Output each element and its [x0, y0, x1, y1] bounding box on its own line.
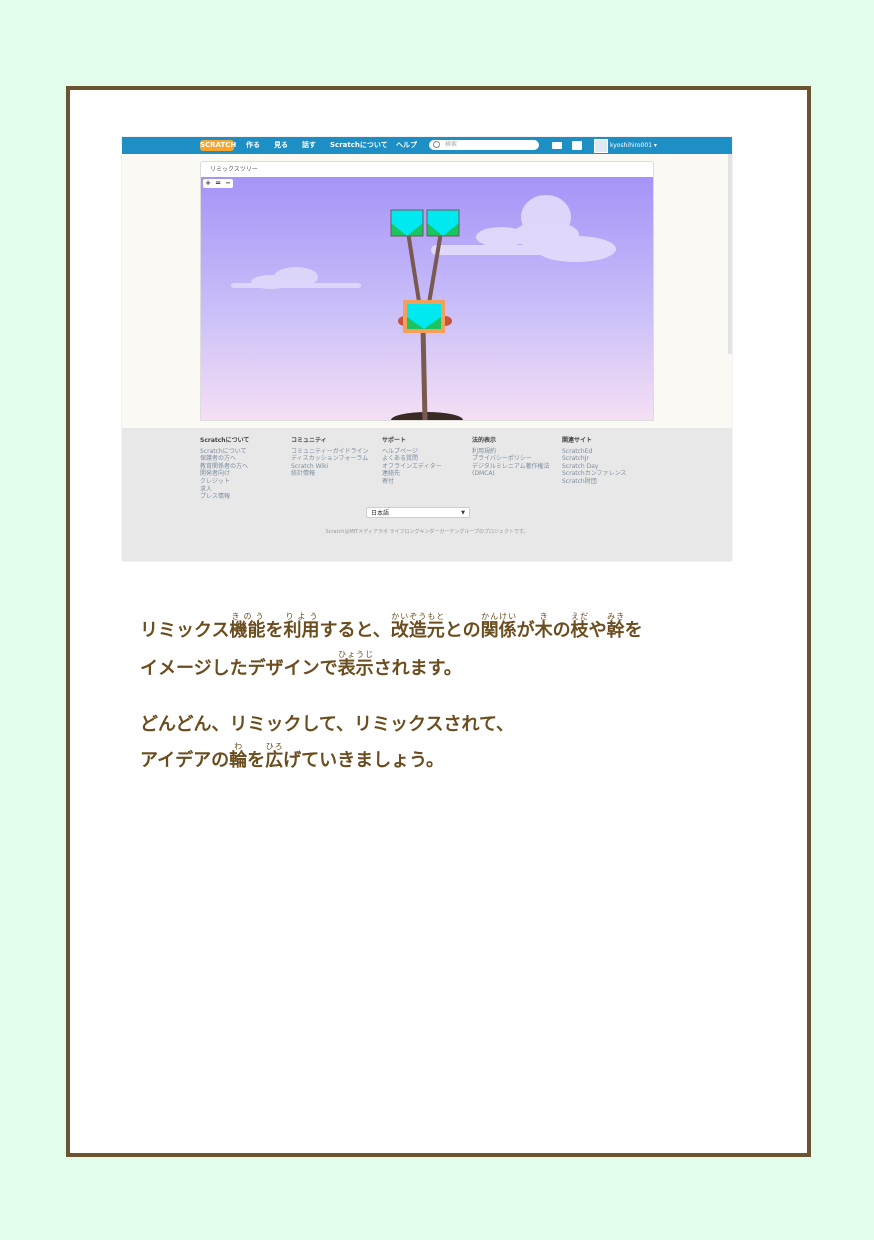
furigana: かんけい [480, 612, 517, 621]
furigana: かいぞうもと [390, 612, 445, 621]
site-footer: Scratchについて Scratchについて 保護者の方へ 教育関係者の方へ … [122, 428, 732, 561]
nav-about[interactable]: Scratchについて [330, 140, 388, 151]
footer-link[interactable]: よくある質問 [382, 455, 442, 463]
remix-thumbnail-right [426, 209, 460, 237]
scrollbar[interactable] [728, 154, 732, 354]
footer-col-about: Scratchについて Scratchについて 保護者の方へ 教育関係者の方へ … [200, 437, 249, 501]
body-text-line-4: アイデアの輪わを広ひろげていきましょう。 [140, 742, 445, 771]
footer-col-legal: 法的表示 利用規約 プライバシーポリシー デジタルミレニアム著作権法 (DMCA… [472, 437, 549, 478]
footer-link[interactable]: クレジット [200, 478, 249, 486]
ruby-word: 利用りよう [283, 612, 320, 641]
footer-heading: サポート [382, 437, 407, 444]
trunk [420, 326, 428, 420]
nav-explore[interactable]: 見る [274, 140, 288, 151]
my-stuff-icon[interactable] [572, 141, 582, 150]
footer-link[interactable]: デジタルミレニアム著作権法 [472, 463, 549, 471]
body-text-line-2: イメージしたデザインで表示ひょうじされます。 [140, 650, 462, 679]
ruby-word: 機能きのう [229, 612, 266, 641]
chevron-down-icon: ▼ [461, 510, 465, 516]
footer-link[interactable]: 連絡先 [382, 470, 442, 478]
ruby-word: 広ひろ [265, 742, 284, 771]
ruby-word: 関係かんけい [480, 612, 517, 641]
footer-link[interactable]: 開発者向け [200, 470, 249, 478]
ruby-word: 枝えだ [570, 612, 589, 641]
search-placeholder: 検索 [445, 141, 458, 148]
footer-link[interactable]: Scratch Day [562, 463, 626, 471]
ruby-word: 表示ひょうじ [337, 650, 374, 679]
furigana: ひろ [265, 742, 284, 751]
remix-tree-stage[interactable]: + = − [201, 177, 653, 420]
furigana: りよう [283, 612, 320, 621]
furigana: きのう [229, 612, 266, 621]
furigana: き [534, 612, 553, 621]
footer-heading: Scratchについて [200, 437, 250, 444]
footer-col-community: コミュニティ コミュニティーガイドライン ディスカッションフォーラム Scrat… [291, 437, 369, 478]
scratch-logo[interactable]: SCRATCH [200, 140, 236, 151]
footer-link[interactable]: Scratchカンファレンス [562, 470, 626, 478]
footer-link[interactable]: プレス情報 [200, 493, 249, 501]
language-select[interactable]: 日本語 ▼ [366, 507, 470, 518]
zoom-controls: + = − [203, 179, 233, 188]
bottom-band [0, 1152, 874, 1240]
furigana: みき [606, 612, 625, 621]
zoom-reset-icon[interactable]: = [214, 179, 222, 188]
nav-create[interactable]: 作る [246, 140, 260, 151]
footer-col-support: サポート ヘルプページ よくある質問 オフラインエディター 連絡先 寄付 [382, 437, 442, 486]
panel-title: リミックスツリー [210, 166, 258, 173]
remix-thumbnail-left [390, 209, 424, 237]
footer-link[interactable]: ScratchJr [562, 455, 626, 463]
footer-link[interactable]: ディスカッションフォーラム [291, 455, 369, 463]
username-menu[interactable]: kyoshihiro001 ▾ [610, 140, 657, 151]
zoom-in-icon[interactable]: + [204, 179, 212, 188]
scratch-topbar: SCRATCH 作る 見る 話す Scratchについて ヘルプ 検索 kyos… [122, 137, 732, 154]
furigana: ひょうじ [337, 650, 374, 659]
nav-help[interactable]: ヘルプ [396, 140, 417, 151]
ruby-word: 木き [534, 612, 553, 641]
top-band [0, 0, 874, 92]
messages-icon[interactable] [552, 142, 562, 149]
body-text-line-3: どんどん、リミックして、リミックスされて、 [140, 714, 515, 735]
furigana: わ [229, 742, 248, 751]
footer-link[interactable]: Scratch財団 [562, 478, 626, 486]
footer-heading: 関連サイト [562, 437, 593, 444]
footer-link[interactable]: 保護者の方へ [200, 455, 249, 463]
search-icon [433, 141, 440, 148]
nav-discuss[interactable]: 話す [302, 140, 316, 151]
search-input[interactable]: 検索 [429, 140, 539, 150]
cloud-left [231, 267, 361, 289]
footer-link[interactable]: 統計情報 [291, 470, 369, 478]
footer-col-related: 関連サイト ScratchEd ScratchJr Scratch Day Sc… [562, 437, 626, 486]
ruby-word: 改造元かいぞうもと [390, 612, 445, 641]
avatar[interactable] [594, 139, 608, 153]
furigana: えだ [570, 612, 589, 621]
remix-tree-panel: リミックスツリー + = − [200, 161, 654, 421]
footer-link[interactable]: プライバシーポリシー [472, 455, 549, 463]
body-text-line-1: リミックス機能きのうを利用りようすると、改造元かいぞうもととの関係かんけいが木き… [140, 612, 643, 641]
footer-link[interactable]: 寄付 [382, 478, 442, 486]
footer-credit: ScratchはMITメディアラボ ライフロングキンダーガーテングループのプロジ… [325, 529, 529, 535]
footer-heading: 法的表示 [472, 437, 497, 444]
language-value: 日本語 [371, 510, 390, 517]
footer-link[interactable]: (DMCA) [472, 470, 549, 478]
zoom-out-icon[interactable]: − [224, 179, 232, 188]
footer-heading: コミュニティ [291, 437, 327, 444]
screenshot: SCRATCH 作る 見る 話す Scratchについて ヘルプ 検索 kyos… [122, 137, 732, 561]
ruby-word: 幹みき [606, 612, 625, 641]
remix-tree-graphic [231, 195, 616, 420]
footer-link[interactable]: ScratchEd [562, 448, 626, 456]
ruby-word: 輪わ [229, 742, 248, 771]
remix-thumbnail-main [403, 300, 445, 333]
